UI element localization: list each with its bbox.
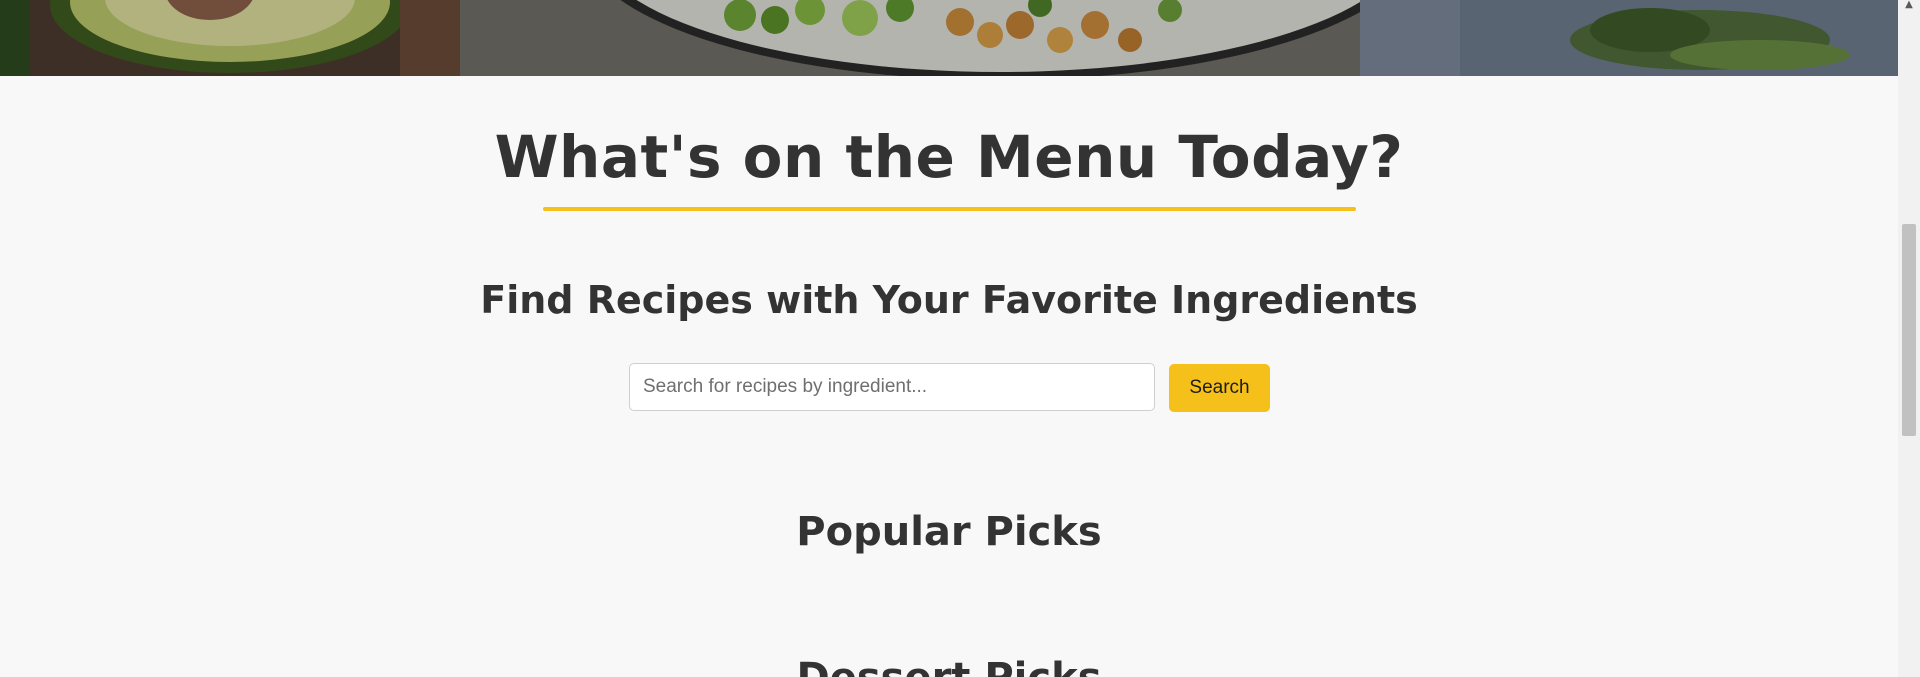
food-photo-illustration — [0, 0, 1898, 76]
page: What's on the Menu Today? Find Recipes w… — [0, 0, 1920, 677]
page-title: What's on the Menu Today? — [494, 123, 1404, 191]
search-section-title: Find Recipes with Your Favorite Ingredie… — [480, 278, 1418, 322]
hero-food-image — [0, 0, 1898, 76]
title-underline — [543, 207, 1356, 211]
ingredient-search-input[interactable] — [629, 363, 1155, 411]
dessert-picks-heading: Dessert Picks — [0, 658, 1898, 677]
search-button[interactable]: Search — [1169, 364, 1270, 412]
popular-picks-heading: Popular Picks — [796, 509, 1102, 555]
main-content: What's on the Menu Today? Find Recipes w… — [0, 76, 1898, 677]
page-scrollbar[interactable]: ▲ — [1898, 0, 1920, 677]
chevron-up-icon[interactable]: ▲ — [1898, 0, 1920, 14]
scrollbar-thumb[interactable] — [1902, 224, 1916, 436]
